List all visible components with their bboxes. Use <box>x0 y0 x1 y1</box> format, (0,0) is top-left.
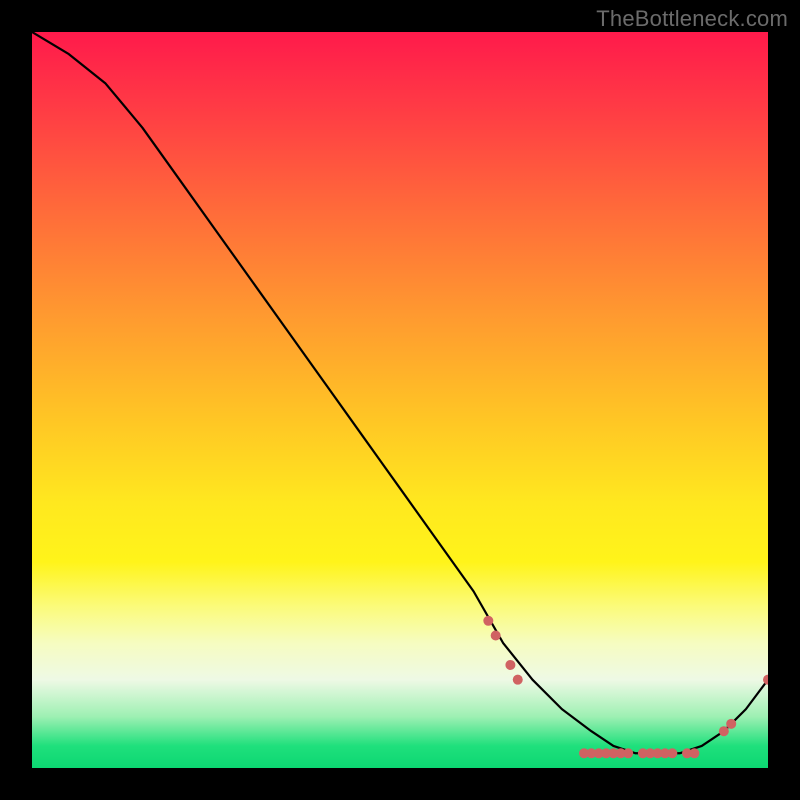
data-marker <box>491 631 501 641</box>
data-marker <box>513 675 523 685</box>
data-marker <box>623 748 633 758</box>
bottleneck-curve <box>32 32 768 753</box>
data-marker <box>505 660 515 670</box>
data-marker <box>763 675 768 685</box>
data-marker <box>719 726 729 736</box>
plot-area <box>32 32 768 768</box>
data-marker <box>667 748 677 758</box>
data-marker <box>483 616 493 626</box>
chart-frame: TheBottleneck.com <box>0 0 800 800</box>
watermark-text: TheBottleneck.com <box>596 6 788 32</box>
data-markers <box>483 616 768 758</box>
data-marker <box>726 719 736 729</box>
data-marker <box>689 748 699 758</box>
chart-svg <box>32 32 768 768</box>
